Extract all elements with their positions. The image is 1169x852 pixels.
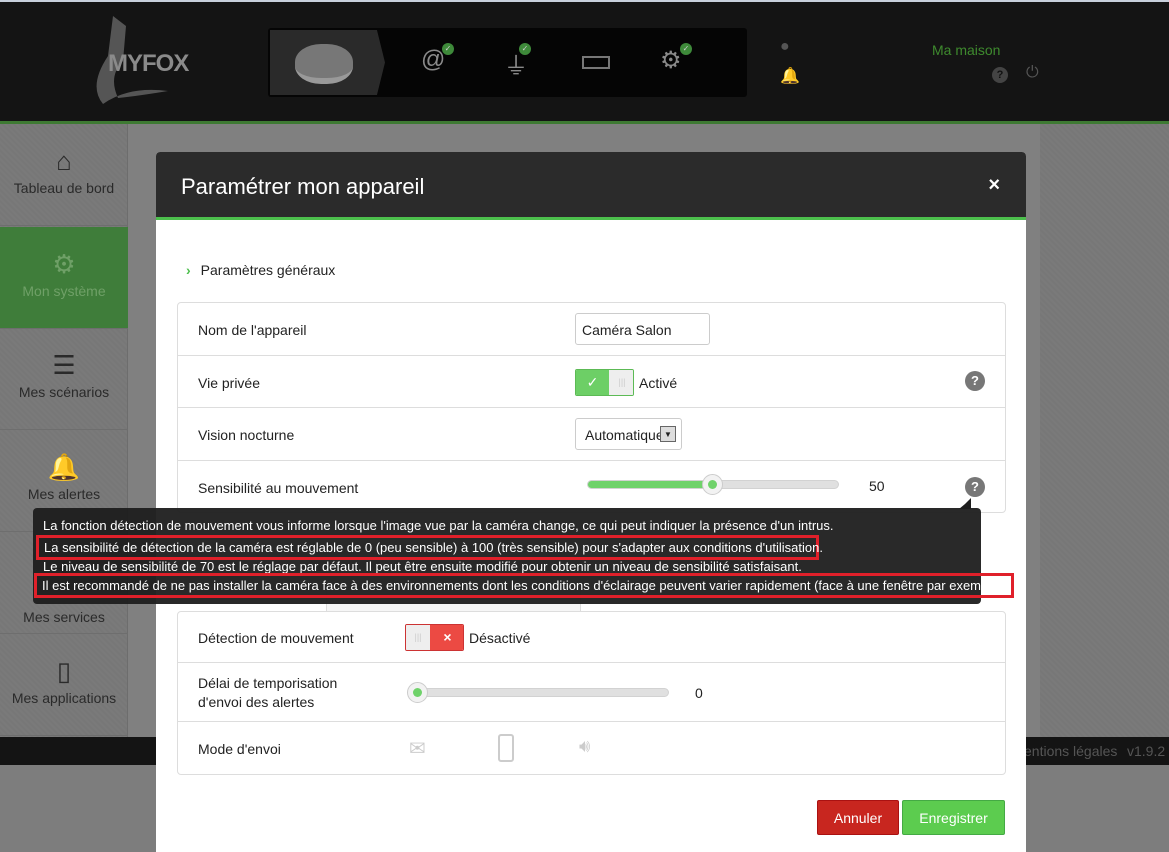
device-icon[interactable] [270, 30, 385, 95]
sidebar-item-applications[interactable]: ▯ Mes applications [0, 634, 128, 736]
field-label: Vie privée [198, 375, 261, 391]
slider-handle[interactable] [407, 682, 428, 703]
row-night-vision: Vision nocturne Automatique ▼ [178, 408, 1005, 461]
row-alert-delay: Délai de temporisation d'envoi des alert… [178, 663, 1005, 722]
alert-settings-table: Détection de mouvement ||| × Désactivé D… [177, 611, 1006, 775]
field-label: Délai de temporisation [198, 675, 338, 691]
modal-header: Paramétrer mon appareil × [156, 152, 1026, 220]
user-icon: ● [780, 38, 790, 55]
settings-icon[interactable]: ⚙ [660, 46, 682, 75]
row-send-mode: Mode d'envoi ✉ 🔊︎ [178, 722, 1005, 774]
help-icon[interactable]: ? [965, 371, 985, 391]
save-button[interactable]: Enregistrer [902, 800, 1005, 835]
logo-text: MYFOX [108, 50, 189, 77]
cancel-button[interactable]: Annuler [817, 800, 899, 835]
field-label: Détection de mouvement [198, 630, 354, 646]
sidebar-item-system[interactable]: ⚙ Mon système [0, 227, 128, 329]
sidebar-item-label: Tableau de bord [13, 180, 115, 196]
field-label: d'envoi des alertes [198, 694, 315, 710]
selected-value: Automatique [585, 427, 664, 443]
privacy-state: Activé [639, 375, 678, 391]
home-name[interactable]: Ma maison [932, 42, 1000, 58]
sidebar-item-label: Mes scénarios [18, 384, 110, 400]
right-gutter [1040, 124, 1169, 737]
sensitivity-value: 50 [869, 478, 885, 494]
home-icon: ⌂ [56, 146, 72, 176]
tooltip-line: La fonction détection de mouvement vous … [43, 518, 834, 533]
system-status-bar: @ ✓ ⏚ ✓ ⚙ ✓ [268, 28, 747, 97]
check-icon: ✓ [442, 43, 454, 55]
field-label: Mode d'envoi [198, 741, 281, 757]
delay-slider[interactable] [407, 682, 669, 703]
privacy-toggle[interactable]: ✓ ||| [575, 369, 634, 396]
close-icon[interactable]: × [988, 174, 1000, 197]
sensitivity-help-tooltip: La fonction détection de mouvement vous … [33, 498, 1015, 604]
section-general[interactable]: › Paramètres généraux [186, 262, 335, 278]
close-icon: × [430, 625, 463, 650]
section-title: Paramètres généraux [200, 262, 336, 278]
chevron-right-icon: › [186, 262, 191, 278]
motion-toggle[interactable]: ||| × [405, 624, 464, 651]
battery-icon[interactable] [582, 56, 610, 69]
sidebar-item-label: Mon système [22, 283, 106, 299]
sidebar-item-label: Mes applications [11, 690, 117, 706]
row-sensitivity: Sensibilité au mouvement 50 ? [178, 461, 1005, 512]
check-icon: ✓ [680, 43, 692, 55]
power-icon[interactable]: ⏻ [1026, 64, 1039, 82]
siren-icon[interactable]: 🔊︎ [579, 736, 590, 757]
mobile-icon[interactable] [498, 734, 514, 762]
modal-title: Paramétrer mon appareil [181, 174, 425, 199]
sidebar-item-dashboard[interactable]: ⌂ Tableau de bord [0, 124, 128, 226]
sidebar-item-label: Mes alertes [27, 486, 101, 502]
bell-icon[interactable]: 🔔 [780, 66, 800, 86]
field-label: Sensibilité au mouvement [198, 480, 359, 496]
slider-handle[interactable] [702, 474, 723, 495]
motion-state: Désactivé [469, 630, 531, 646]
scenarios-icon: ☰ [52, 350, 76, 380]
tooltip-line-highlighted: Il est recommandé de ne pas installer la… [34, 573, 1015, 598]
device-settings-modal: Paramétrer mon appareil × › Paramètres gé… [156, 152, 1026, 852]
sidebar: ⌂ Tableau de bord ⚙ Mon système ☰ Mes scéna… [0, 124, 128, 737]
gears-icon: ⚙ [52, 249, 76, 279]
check-icon: ✓ [519, 43, 531, 55]
top-header: MYFOX @ ✓ ⏚ ✓ ⚙ ✓ ● Ma maison 🔔 ? ⏻ [0, 0, 1169, 121]
field-label: Vision nocturne [198, 427, 295, 443]
night-vision-select[interactable]: Automatique ▼ [575, 418, 682, 450]
bell-icon: 🔔 [47, 452, 81, 482]
settings-table: Nom de l'appareil Caméra Salon Vie privé… [177, 302, 1006, 513]
chevron-down-icon: ▼ [660, 426, 676, 442]
legal-link[interactable]: entions légales [1024, 743, 1117, 759]
version: v1.9.2 [1127, 743, 1166, 759]
device-name-input[interactable]: Caméra Salon [575, 313, 710, 345]
sensitivity-slider[interactable] [587, 474, 839, 495]
help-icon[interactable]: ? [992, 67, 1008, 83]
sidebar-item-label: Mes services [23, 609, 105, 625]
phone-icon: ▯ [56, 656, 72, 686]
field-label: Nom de l'appareil [198, 322, 307, 338]
row-device-name: Nom de l'appareil Caméra Salon [178, 303, 1005, 356]
delay-value: 0 [695, 685, 703, 701]
row-privacy: Vie privée ✓ ||| Activé ? [178, 356, 1005, 408]
check-icon: ✓ [576, 370, 609, 395]
mail-icon[interactable]: ✉ [409, 736, 426, 761]
help-icon[interactable]: ? [965, 477, 985, 497]
sidebar-item-scenarios[interactable]: ☰ Mes scénarios [0, 328, 128, 430]
row-motion-detection: Détection de mouvement ||| × Désactivé [178, 612, 1005, 663]
